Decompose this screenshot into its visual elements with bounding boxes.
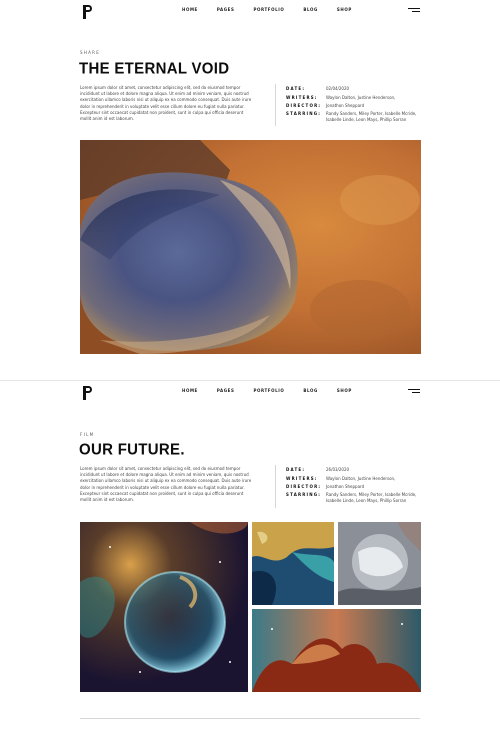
main-nav: HOME PAGES PORTFOLIO BLOG SHOP	[182, 388, 371, 393]
divider	[275, 84, 276, 126]
meta-value: Waylon Dalton, Justine Henderson,	[326, 476, 396, 481]
meta-value: Randy Sanders, Miley Porter, Isabelle Mc…	[326, 492, 417, 503]
meta-row: WRITERS: Waylon Dalton, Justine Henderso…	[286, 95, 426, 103]
meta-value: Jonathon Sheppard	[326, 484, 365, 489]
meta-value: Waylon Dalton, Justine Henderson,	[326, 95, 396, 100]
project-category: SHARE	[80, 50, 101, 55]
meta-label: DIRECTOR:	[286, 484, 322, 489]
meta-row: DATE: 02/04/2020	[286, 86, 426, 95]
p-logo-icon[interactable]	[83, 386, 95, 400]
meta-row: DATE: 26/03/2020	[286, 467, 426, 476]
nav-home[interactable]: HOME	[182, 388, 198, 393]
main-nav: HOME PAGES PORTFOLIO BLOG SHOP	[182, 7, 371, 12]
site-header: HOME PAGES PORTFOLIO BLOG SHOP	[80, 2, 420, 22]
meta-label: STARRING:	[286, 492, 322, 497]
meta-label: WRITERS:	[286, 95, 318, 100]
meta-label: WRITERS:	[286, 476, 318, 481]
gallery-image-carina-nebula[interactable]	[252, 609, 421, 692]
meta-row: WRITERS: Waylon Dalton, Justine Henderso…	[286, 476, 426, 484]
nav-shop[interactable]: SHOP	[337, 7, 352, 12]
meta-label: DIRECTOR:	[286, 103, 322, 108]
page: HOME PAGES PORTFOLIO BLOG SHOP SHARE THE…	[0, 0, 500, 742]
hamburger-menu-icon[interactable]	[408, 389, 420, 395]
meta-label: DATE:	[286, 467, 306, 472]
meta-row: STARRING: Randy Sanders, Miley Porter, I…	[286, 492, 426, 504]
nav-blog[interactable]: BLOG	[303, 7, 318, 12]
project-title: THE ETERNAL VOID	[79, 60, 230, 78]
meta-row: DIRECTOR: Jonathon Sheppard	[286, 484, 426, 492]
project-image-crater[interactable]	[80, 140, 421, 354]
divider	[275, 465, 276, 508]
project-meta: DATE: 02/04/2020 WRITERS: Waylon Dalton,…	[286, 86, 426, 123]
project-description: Lorem ipsum dolor sit amet, consectetur …	[80, 466, 252, 503]
nav-portfolio[interactable]: PORTFOLIO	[253, 7, 284, 12]
meta-row: DIRECTOR: Jonathon Sheppard	[286, 103, 426, 111]
nav-portfolio[interactable]: PORTFOLIO	[253, 388, 284, 393]
gallery-image-nebula-bubble[interactable]	[80, 522, 248, 692]
project-title: OUR FUTURE.	[79, 441, 185, 459]
nav-home[interactable]: HOME	[182, 7, 198, 12]
project-meta: DATE: 26/03/2020 WRITERS: Waylon Dalton,…	[286, 467, 426, 504]
gallery-image-planet-surface[interactable]	[338, 522, 421, 605]
meta-row: STARRING: Randy Sanders, Miley Porter, I…	[286, 111, 426, 123]
meta-value: 26/03/2020	[326, 467, 350, 472]
gallery-image-earth-coast[interactable]	[252, 522, 334, 605]
project-category: FILM	[80, 432, 95, 437]
meta-label: DATE:	[286, 86, 306, 91]
project-description: Lorem ipsum dolor sit amet, consectetur …	[80, 85, 252, 122]
meta-label: STARRING:	[286, 111, 322, 116]
nav-pages[interactable]: PAGES	[217, 388, 235, 393]
footer-divider	[80, 718, 420, 719]
meta-value: 02/04/2020	[326, 86, 350, 91]
hamburger-menu-icon[interactable]	[408, 8, 420, 14]
nav-blog[interactable]: BLOG	[303, 388, 318, 393]
p-logo-icon[interactable]	[83, 5, 95, 19]
site-header: HOME PAGES PORTFOLIO BLOG SHOP	[80, 383, 420, 403]
nav-pages[interactable]: PAGES	[217, 7, 235, 12]
section-divider	[0, 380, 500, 381]
meta-value: Randy Sanders, Miley Porter, Isabelle Mc…	[326, 111, 417, 122]
nav-shop[interactable]: SHOP	[337, 388, 352, 393]
meta-value: Jonathon Sheppard	[326, 103, 365, 108]
